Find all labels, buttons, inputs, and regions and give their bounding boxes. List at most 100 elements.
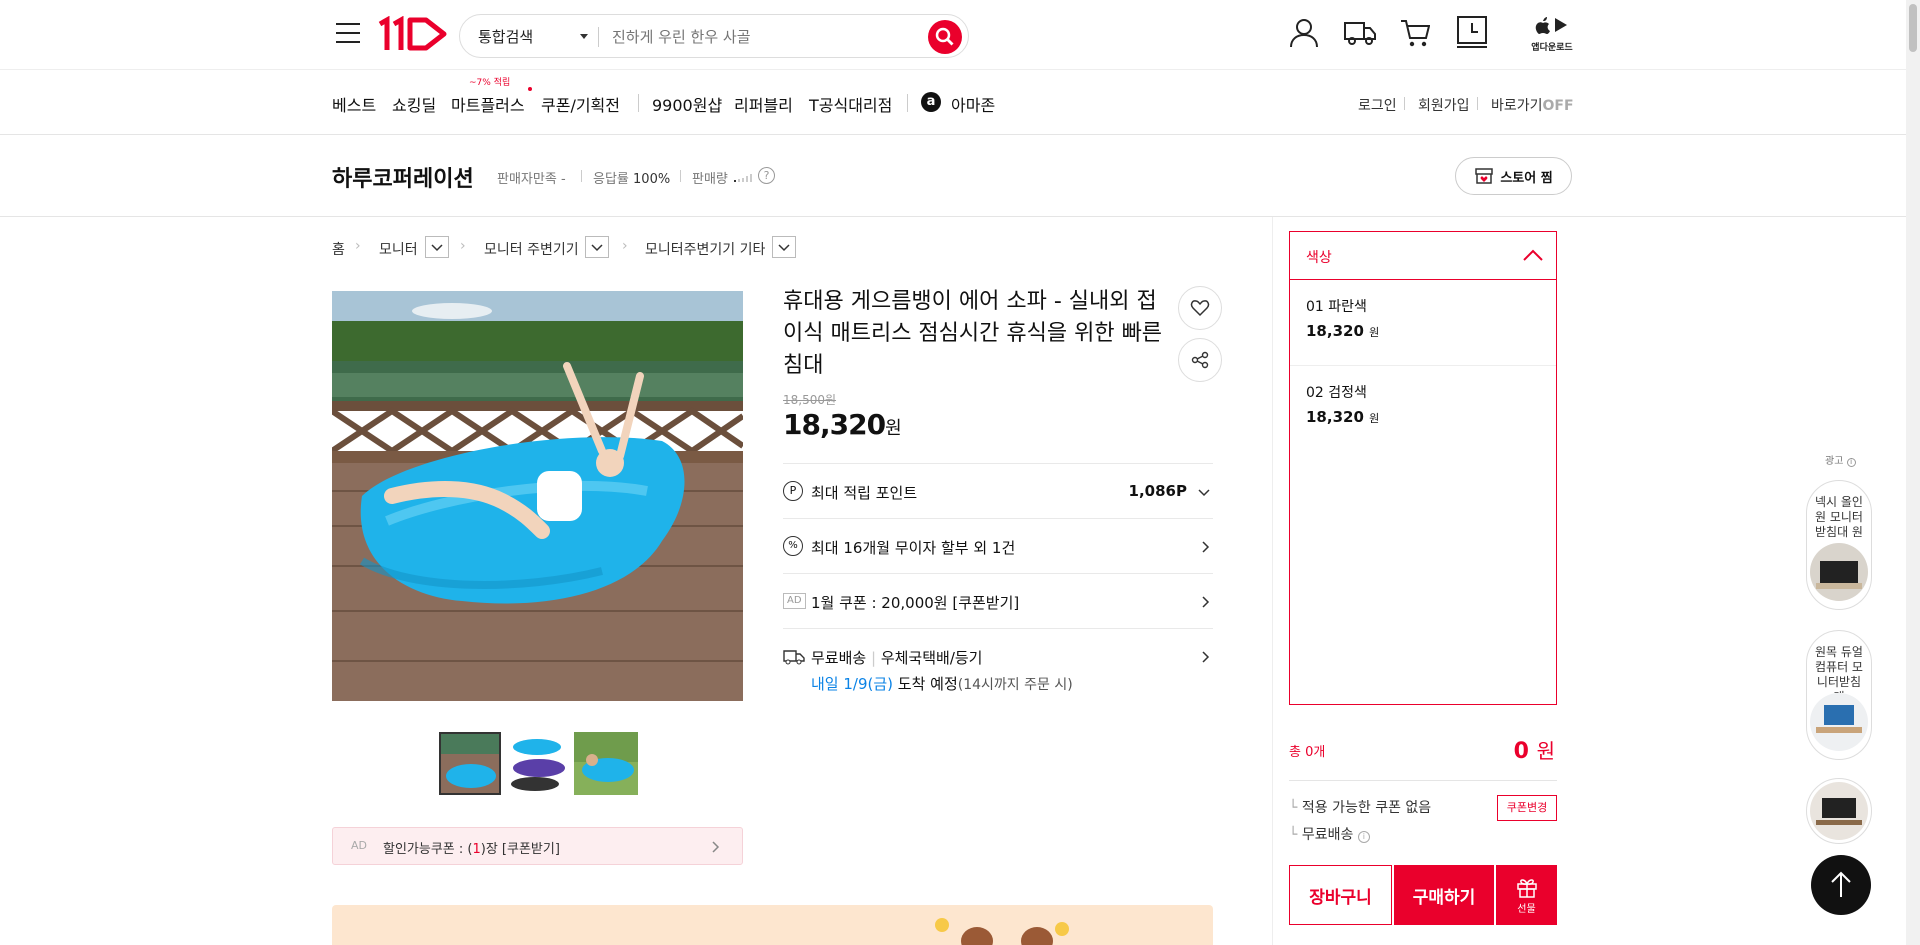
thumbnail-3[interactable]: [574, 732, 638, 795]
chevron-right-icon: [712, 841, 720, 853]
truck-icon: [783, 650, 805, 665]
search-button[interactable]: [928, 20, 962, 54]
option-item[interactable]: 01 파란색 18,320 원: [1290, 280, 1556, 366]
breadcrumb-dropdown-3[interactable]: [772, 236, 796, 258]
nav-amazon[interactable]: 아마존: [951, 92, 995, 116]
info-icon[interactable]: i: [1357, 831, 1370, 843]
chevron-down-icon: [431, 244, 443, 252]
chevron-down-icon: [778, 244, 790, 252]
nav-mart-plus[interactable]: 마트플러스: [451, 92, 525, 116]
seller-bar: 하루코퍼레이션 판매자만족 - 응답률 100% 판매량 ? 스토어 찜: [0, 135, 1906, 217]
thumbnail-2[interactable]: [507, 732, 569, 795]
original-price: 18,500원: [783, 393, 837, 407]
wing-ad-1[interactable]: 넥시 올인원 모니터 받침대 원: [1806, 480, 1872, 610]
product-main-image[interactable]: [332, 291, 743, 701]
breadcrumb-monitor[interactable]: 모니터: [379, 239, 418, 259]
nav-coupon[interactable]: 쿠폰/기획전: [541, 92, 620, 116]
product-title: 휴대용 게으름뱅이 에어 소파 - 실내외 접이식 매트리스 점심시간 휴식을 …: [783, 289, 1163, 378]
thumbnail-1[interactable]: [439, 732, 501, 795]
monthly-coupon-label: 1월 쿠폰 : 20,000원 [쿠폰받기]: [811, 594, 1020, 612]
top-header: 통합검색 앱다운로드: [0, 0, 1906, 70]
nav-t-dealer[interactable]: T공식대리점: [809, 92, 892, 116]
delivery-truck-icon[interactable]: [1344, 20, 1376, 46]
arrival-info: 내일 1/9(금) 도착 예정(14시까지 주문 시): [811, 675, 1073, 693]
shipping-row[interactable]: 무료배송 | 우체국택배/등기 내일 1/9(금) 도착 예정(14시까지 주문…: [783, 628, 1213, 708]
breadcrumb-dropdown-2[interactable]: [585, 236, 609, 258]
discount-coupon-banner[interactable]: AD 할인가능쿠폰 : (1)장 [쿠폰받기]: [332, 827, 743, 865]
logo[interactable]: [376, 16, 448, 52]
scrollbar[interactable]: [1906, 0, 1920, 945]
nav-best[interactable]: 베스트: [332, 92, 376, 116]
wing-ad-image: [1810, 693, 1868, 751]
cart-button[interactable]: 장바구니: [1289, 865, 1392, 925]
ad-tag: AD: [783, 593, 806, 609]
hamburger-menu-icon[interactable]: [336, 22, 360, 44]
info-icon[interactable]: i: [1846, 458, 1856, 467]
arrow-up-icon: [1831, 871, 1851, 897]
sale-price: 18,320원: [783, 408, 902, 441]
discount-coupon-text: 할인가능쿠폰 : (1)장 [쿠폰받기]: [383, 842, 560, 857]
ad-tag: AD: [351, 839, 367, 852]
shortcut-state: OFF: [1542, 98, 1574, 114]
shipping-label: 무료배송 | 우체국택배/등기: [811, 649, 983, 667]
breadcrumb-dropdown-1[interactable]: [425, 236, 449, 258]
nav-refurbly[interactable]: 리퍼블리: [734, 92, 793, 116]
breadcrumb-monitor-accessories-etc[interactable]: 모니터주변기기 기타: [645, 239, 765, 259]
mart-plus-badge: ~7% 적립: [469, 78, 511, 88]
app-download[interactable]: 앱다운로드: [1528, 14, 1576, 54]
monthly-coupon-row[interactable]: AD 1월 쿠폰 : 20,000원 [쿠폰받기]: [783, 573, 1213, 628]
chevron-right-icon: [1202, 541, 1210, 553]
wing-ad-2[interactable]: 원목 듀얼 컴퓨터 모니터받침대: [1806, 630, 1872, 760]
search-input[interactable]: [612, 23, 902, 51]
amazon-icon: a: [921, 92, 941, 112]
store-favorite-label: 스토어 찜: [1500, 170, 1553, 186]
store-favorite-button[interactable]: 스토어 찜: [1455, 157, 1572, 195]
gift-label: 선물: [1517, 903, 1536, 915]
scrollbar-thumb[interactable]: [1909, 4, 1917, 52]
new-dot: [528, 87, 532, 91]
help-icon[interactable]: ?: [758, 167, 775, 184]
chevron-right-icon: [1202, 651, 1210, 663]
user-icon[interactable]: [1290, 18, 1318, 48]
scroll-top-button[interactable]: [1811, 855, 1871, 915]
apple-icon: [1535, 17, 1550, 34]
gift-button[interactable]: 선물: [1496, 865, 1557, 925]
option-price: 18,320 원: [1306, 322, 1380, 340]
coupon-change-label: 쿠폰변경: [1506, 801, 1548, 814]
buy-button[interactable]: 구매하기: [1394, 865, 1494, 925]
coupon-change-button[interactable]: 쿠폰변경: [1497, 795, 1557, 821]
total-price: 0 원: [1513, 739, 1555, 764]
breadcrumb-monitor-accessories[interactable]: 모니터 주변기기: [484, 239, 579, 259]
cart-icon[interactable]: [1400, 18, 1430, 48]
option-header[interactable]: 색상: [1290, 232, 1556, 280]
option-panel: 색상 01 파란색 18,320 원 02 검정색 18,320 원: [1289, 231, 1557, 705]
points-row[interactable]: P 최대 적립 포인트 1,086P: [783, 463, 1213, 518]
promo-banner[interactable]: [332, 905, 1213, 945]
seller-name[interactable]: 하루코퍼레이션: [332, 161, 474, 193]
wishlist-button[interactable]: [1178, 286, 1222, 330]
installment-row[interactable]: % 최대 16개월 무이자 할부 외 1건: [783, 518, 1213, 573]
point-icon: P: [783, 481, 803, 501]
points-label: 최대 적립 포인트: [811, 484, 918, 502]
join-link[interactable]: 회원가입: [1418, 95, 1470, 115]
buy-label: 구매하기: [1412, 887, 1476, 908]
chevron-down-icon: [1198, 489, 1210, 497]
caret-down-icon[interactable]: [580, 34, 588, 39]
arrival-date: 내일 1/9(금): [811, 675, 894, 693]
wing-ad-3[interactable]: [1806, 778, 1872, 844]
wing-ad-title: 넥시 올인원 모니터 받침대 원: [1815, 495, 1863, 539]
share-button[interactable]: [1178, 338, 1222, 382]
shortcut-toggle[interactable]: 바로가기OFF: [1491, 95, 1574, 115]
login-link[interactable]: 로그인: [1358, 95, 1397, 115]
nav-9900-shop[interactable]: 9900원샵: [652, 92, 722, 116]
share-icon: [1191, 351, 1209, 369]
recent-history-icon[interactable]: [1457, 16, 1487, 48]
breadcrumb-home[interactable]: 홈: [332, 239, 345, 259]
main-nav: 베스트 쇼킹딜 ~7% 적립 마트플러스 쿠폰/기획전 9900원샵 리퍼블리 …: [0, 70, 1906, 135]
cart-label: 장바구니: [1309, 887, 1372, 908]
nav-shocking-deal[interactable]: 쇼킹딜: [392, 92, 436, 116]
gift-icon: [1516, 878, 1537, 898]
heart-icon: [1190, 300, 1210, 317]
search-scope-select[interactable]: 통합검색: [478, 26, 533, 47]
option-item[interactable]: 02 검정색 18,320 원: [1290, 366, 1556, 452]
